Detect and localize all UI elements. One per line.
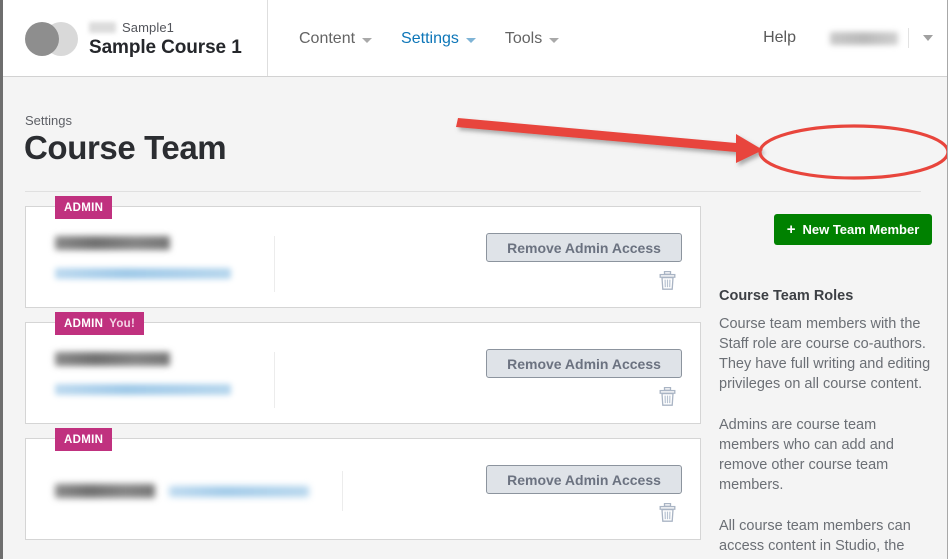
nav-item-content[interactable]: Content xyxy=(299,28,373,48)
primary-nav: Content Settings Tools xyxy=(268,0,560,76)
username-redacted xyxy=(830,31,898,45)
brand-course-title: Sample Course 1 xyxy=(89,37,242,58)
member-identity xyxy=(55,352,275,408)
nav-item-tools[interactable]: Tools xyxy=(504,28,560,48)
user-account-menu[interactable] xyxy=(830,28,933,48)
nav-item-settings[interactable]: Settings xyxy=(401,28,476,48)
header-right: Help xyxy=(763,0,947,76)
course-team-roles-help: Course Team Roles Course team members wi… xyxy=(719,288,937,559)
member-email-redacted xyxy=(55,384,231,395)
member-name-redacted xyxy=(55,352,170,366)
member-identity xyxy=(55,471,343,511)
chevron-down-icon xyxy=(549,38,560,43)
chevron-down-icon xyxy=(362,38,373,43)
table-row: ADMIN Remove Admin Access xyxy=(25,196,701,308)
status-badge-role: ADMIN xyxy=(64,201,104,214)
delete-member-button[interactable] xyxy=(659,385,682,406)
member-email-redacted xyxy=(55,268,231,279)
page-body: Settings Course Team + New Team Member A… xyxy=(3,77,947,559)
status-badge: ADMIN xyxy=(55,196,113,219)
help-heading: Course Team Roles xyxy=(719,288,854,304)
plus-icon: + xyxy=(786,221,796,238)
help-link[interactable]: Help xyxy=(763,29,796,47)
table-row: ADMIN You! Remove Admin Access xyxy=(25,312,701,424)
app-header: Sample1 Sample Course 1 Content Settings… xyxy=(3,0,947,77)
remove-admin-access-button[interactable]: Remove Admin Access xyxy=(486,465,682,494)
remove-admin-access-button[interactable]: Remove Admin Access xyxy=(486,233,682,262)
help-paragraph-2: Admins are course team members who can a… xyxy=(719,417,894,493)
nav-item-settings-label: Settings xyxy=(401,30,459,47)
help-paragraph-1: Course team members with the Staff role … xyxy=(719,316,931,392)
member-email-redacted xyxy=(169,485,309,497)
studio-course-team-page: Sample1 Sample Course 1 Content Settings… xyxy=(0,0,948,559)
table-row: ADMIN Remove Admin Access xyxy=(25,428,701,540)
chevron-down-icon xyxy=(465,38,476,43)
brand-org-label: Sample1 xyxy=(122,20,175,35)
nav-item-tools-label: Tools xyxy=(504,30,543,47)
divider xyxy=(25,191,921,192)
status-badge-role: ADMIN xyxy=(64,433,104,446)
page-title: Course Team xyxy=(24,129,227,166)
nav-item-content-label: Content xyxy=(299,30,356,47)
member-identity xyxy=(55,236,275,292)
two-overlapping-circles-logo-icon xyxy=(25,18,81,58)
trash-icon xyxy=(659,502,676,522)
member-actions: Remove Admin Access xyxy=(482,349,682,406)
status-badge: ADMIN You! xyxy=(55,312,145,335)
breadcrumb[interactable]: Settings xyxy=(25,113,72,128)
remove-admin-access-button[interactable]: Remove Admin Access xyxy=(486,349,682,378)
org-logo-redacted xyxy=(89,22,116,33)
member-name-redacted xyxy=(55,484,155,498)
brand-org-row: Sample1 xyxy=(89,19,242,36)
member-actions: Remove Admin Access xyxy=(482,233,682,290)
chevron-down-icon xyxy=(923,35,933,41)
team-member-list: ADMIN Remove Admin Access ADMIN You! Rem… xyxy=(25,196,701,554)
brand-block[interactable]: Sample1 Sample Course 1 xyxy=(3,0,268,76)
status-badge-you: You! xyxy=(109,317,136,330)
member-name-redacted xyxy=(55,236,170,250)
status-badge: ADMIN xyxy=(55,428,113,451)
status-badge-role: ADMIN xyxy=(64,317,104,330)
new-team-member-button[interactable]: + New Team Member xyxy=(774,214,932,245)
delete-member-button[interactable] xyxy=(659,501,682,522)
trash-icon xyxy=(659,270,676,290)
delete-member-button[interactable] xyxy=(659,269,682,290)
new-team-member-label: New Team Member xyxy=(802,222,920,237)
member-actions: Remove Admin Access xyxy=(482,465,682,522)
help-paragraph-3: All course team members can access conte… xyxy=(719,518,912,559)
brand-text: Sample1 Sample Course 1 xyxy=(89,17,242,59)
divider xyxy=(908,28,909,48)
trash-icon xyxy=(659,386,676,406)
